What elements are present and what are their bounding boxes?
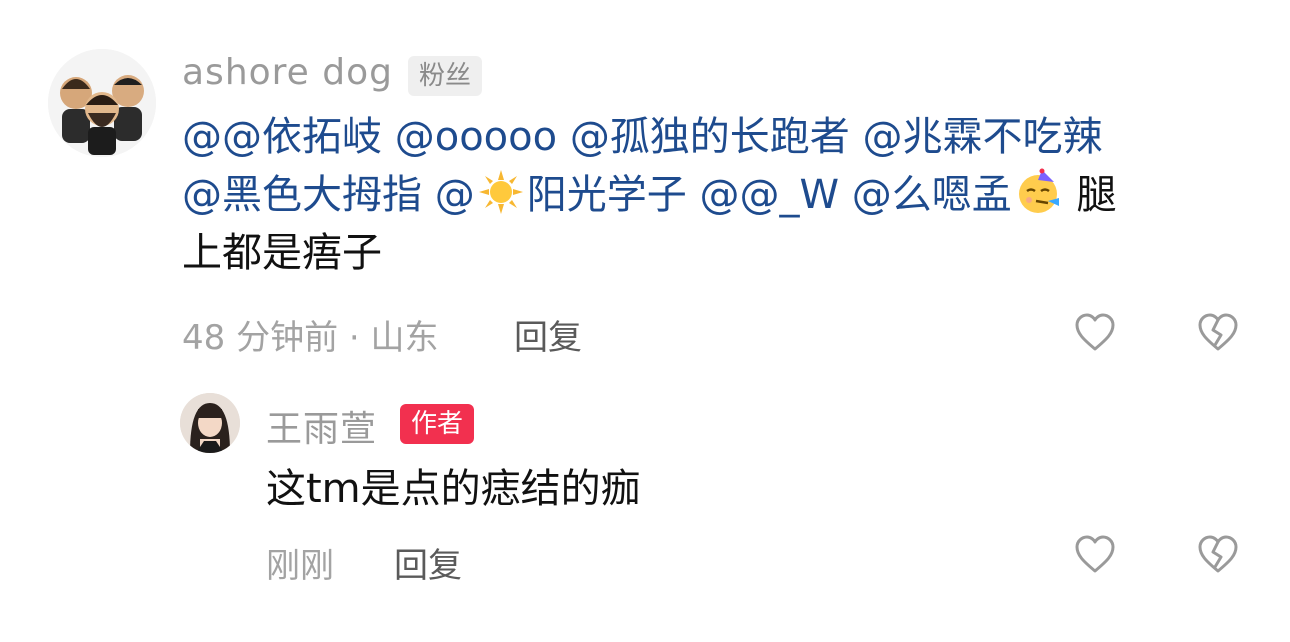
username[interactable]: ashore dog [182,52,393,93]
broken-heart-icon[interactable] [1196,533,1240,577]
mention-at: @ [434,172,475,218]
username[interactable]: 王雨萱 [266,400,377,452]
fan-badge: 粉丝 [408,56,483,96]
reply-button[interactable]: 回复 [514,310,582,359]
mention-link[interactable]: @黑色大拇指 [182,172,422,218]
mention-name: @么嗯孟 [851,172,1012,218]
comment-line: @@依拓岐 @ooooo @孤独的长跑者 @兆霖不吃辣 [182,108,1242,166]
mention-link[interactable]: @ooooo [395,114,557,160]
mention-link[interactable]: @@_W [699,172,839,218]
author-badge: 作者 [400,404,475,444]
mention-link[interactable]: @孤独的长跑者 [570,114,850,160]
comment-line: 上都是痦子 [182,224,1242,282]
heart-icon[interactable] [1073,311,1117,355]
avatar-cartoon-image [48,49,156,157]
comment-text: 这tm是点的痣结的痂 [266,466,641,512]
timestamp-location: 48 分钟前 · 山东 [182,318,439,358]
mention-name: 阳光学子 [526,172,687,218]
comment-text-segment: 上都是痦子 [182,230,382,276]
comment-text-segment: 腿 [1076,172,1117,218]
comment-line: @黑色大拇指 @ 阳光学子 @@_W @么嗯孟 腿 [182,166,1242,224]
mention-link[interactable]: @么嗯孟 [851,168,1064,218]
mention-link[interactable]: @@依拓岐 [182,114,382,160]
heart-icon[interactable] [1073,533,1117,577]
avatar-photo-image [180,393,240,453]
timestamp: 刚刚 [266,546,334,586]
reply-button[interactable]: 回复 [394,538,462,587]
broken-heart-icon[interactable] [1196,311,1240,355]
party-face-emoji-icon [1018,168,1059,213]
avatar[interactable] [48,49,156,157]
comment-text: @@依拓岐 @ooooo @孤独的长跑者 @兆霖不吃辣 @黑色大拇指 @ 阳光学… [182,108,1242,282]
avatar[interactable] [180,393,240,453]
sun-emoji-icon [478,170,523,214]
mention-link[interactable]: @兆霖不吃辣 [863,114,1103,160]
mention-link[interactable]: @ 阳光学子 [434,170,687,218]
